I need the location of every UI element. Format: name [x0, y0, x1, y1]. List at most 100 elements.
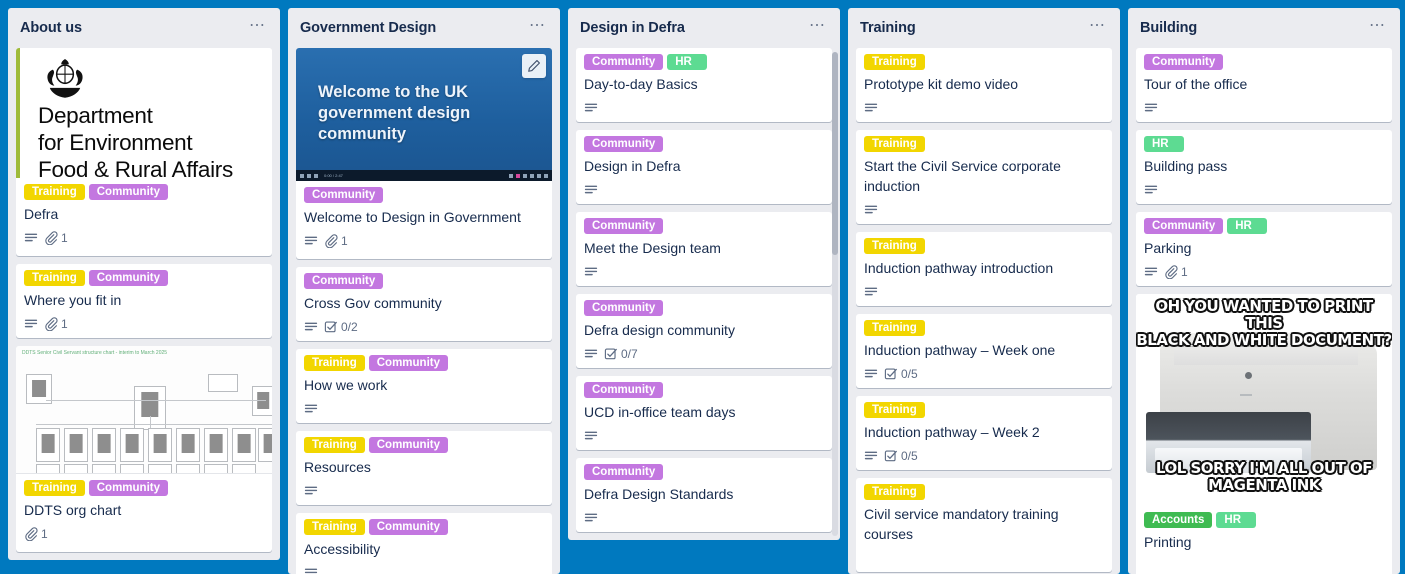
card[interactable]: Community Tour of the office [1136, 48, 1392, 122]
label-community[interactable]: Community [584, 136, 664, 152]
card[interactable]: Training Induction pathway – Week 2 0/5 [856, 396, 1112, 470]
label-community[interactable]: Community [88, 184, 168, 200]
list-title[interactable]: Training [860, 20, 916, 36]
list-menu-icon[interactable]: ⋯ [1083, 18, 1112, 38]
list-title[interactable]: Building [1140, 20, 1197, 36]
card[interactable]: Community HR Parking 1 [1136, 212, 1392, 286]
list-menu-icon[interactable]: ⋯ [523, 18, 552, 38]
card[interactable]: Community UCD in-office team days [576, 376, 832, 450]
label-community[interactable]: Community [1144, 54, 1224, 70]
org-node [232, 464, 256, 473]
card-labels: Training [864, 320, 1104, 336]
video-controls-bar[interactable]: 0:00 / 2:47 [296, 170, 552, 181]
label-training[interactable]: Training [24, 480, 85, 496]
org-node [176, 464, 200, 473]
card[interactable]: Department for Environment Food & Rural Af… [16, 48, 272, 256]
card[interactable]: Training Induction pathway introduction [856, 232, 1112, 306]
edit-card-button[interactable] [522, 54, 546, 78]
card[interactable]: Community Defra Design Standards [576, 458, 832, 532]
label-community[interactable]: Community [584, 382, 664, 398]
card-badges [304, 563, 544, 574]
card-cover-org-chart: DDTS Senior Civil Servant structure char… [16, 346, 272, 474]
label-community[interactable]: Community [304, 273, 384, 289]
label-hr[interactable]: HR [1216, 512, 1257, 528]
scrollbar-thumb[interactable] [832, 52, 838, 256]
card[interactable]: Welcome to the UK government design comm… [296, 48, 552, 259]
label-community[interactable]: Community [584, 54, 664, 70]
card-title: Accessibility [304, 541, 381, 557]
card[interactable]: Community Cross Gov community 0/2 [296, 267, 552, 341]
card-labels: Training [864, 238, 1104, 254]
label-hr[interactable]: HR [1227, 218, 1268, 234]
label-community[interactable]: Community [584, 464, 664, 480]
card-badges: 0/2 [304, 317, 544, 337]
label-training[interactable]: Training [864, 136, 925, 152]
label-community[interactable]: Community [1144, 218, 1224, 234]
card-labels: Community [584, 464, 824, 480]
description-badge [304, 320, 318, 334]
label-training[interactable]: Training [304, 519, 365, 535]
label-community[interactable]: Community [584, 300, 664, 316]
card[interactable]: Training Prototype kit demo video [856, 48, 1112, 122]
description-badge [864, 367, 878, 381]
label-accounts[interactable]: Accounts [1144, 512, 1213, 528]
card[interactable]: Training Start the Civil Service corporat… [856, 130, 1112, 224]
card-labels: Community [304, 273, 544, 289]
list-title[interactable]: Government Design [300, 20, 436, 36]
list-cards: Community Tour of the office HR Building pa… [1128, 48, 1400, 574]
label-hr[interactable]: HR [667, 54, 708, 70]
label-training[interactable]: Training [864, 320, 925, 336]
list-menu-icon[interactable]: ⋯ [803, 18, 832, 38]
label-community[interactable]: Community [368, 437, 448, 453]
label-community[interactable]: Community [304, 187, 384, 203]
label-training[interactable]: Training [864, 484, 925, 500]
list-cards: Welcome to the UK government design comm… [288, 48, 560, 574]
list-title[interactable]: Design in Defra [580, 20, 685, 36]
label-community[interactable]: Community [368, 519, 448, 535]
description-badge [864, 285, 878, 299]
card[interactable]: Community Design in Defra [576, 130, 832, 204]
card[interactable]: Training Induction pathway – Week one 0/5 [856, 314, 1112, 388]
description-badge [304, 402, 318, 416]
list-menu-icon[interactable]: ⋯ [1363, 18, 1392, 38]
card[interactable]: Community Defra design community 0/7 [576, 294, 832, 368]
card-labels: Community [584, 136, 824, 152]
label-training[interactable]: Training [304, 437, 365, 453]
list-scrollbar[interactable] [832, 52, 838, 536]
card[interactable]: Community HR Day-to-day Basics [576, 48, 832, 122]
label-training[interactable]: Training [864, 54, 925, 70]
card[interactable]: Training Community Where you fit in 1 [16, 264, 272, 338]
card[interactable]: DDTS Senior Civil Servant structure char… [16, 346, 272, 552]
label-training[interactable]: Training [304, 355, 365, 371]
checklist-badge: 0/2 [324, 320, 358, 334]
card-badges: 0/5 [864, 364, 1104, 384]
label-community[interactable]: Community [88, 480, 168, 496]
card-title: Resources [304, 459, 371, 475]
label-training[interactable]: Training [24, 184, 85, 200]
label-training[interactable]: Training [24, 270, 85, 286]
label-community[interactable]: Community [88, 270, 168, 286]
label-community[interactable]: Community [584, 218, 664, 234]
label-hr[interactable]: HR [1144, 136, 1184, 152]
description-badge [584, 101, 598, 115]
label-training[interactable]: Training [864, 238, 925, 254]
card[interactable]: OH YOU WANTED TO PRINT THIS BLACK AND WHI… [1136, 294, 1392, 574]
card-title: Defra [24, 206, 59, 222]
list-header: Design in Defra ⋯ [568, 8, 840, 48]
card[interactable]: HR Building pass [1136, 130, 1392, 204]
card[interactable]: Community Meet the Design team [576, 212, 832, 286]
card[interactable]: Training Civil service mandatory training… [856, 478, 1112, 572]
attachment-count: 1 [341, 234, 348, 248]
card[interactable]: Training Community Accessibility [296, 513, 552, 574]
card[interactable]: Training Community Resources [296, 431, 552, 505]
list-header: Training ⋯ [848, 8, 1120, 48]
label-training[interactable]: Training [864, 402, 925, 418]
org-node [176, 428, 200, 462]
list-title[interactable]: About us [20, 20, 82, 36]
card-title: Parking [1144, 240, 1192, 256]
list-menu-icon[interactable]: ⋯ [243, 18, 272, 38]
card[interactable]: Training Community How we work [296, 349, 552, 423]
org-node [36, 464, 60, 473]
attachment-badge: 1 [1164, 265, 1188, 279]
label-community[interactable]: Community [368, 355, 448, 371]
